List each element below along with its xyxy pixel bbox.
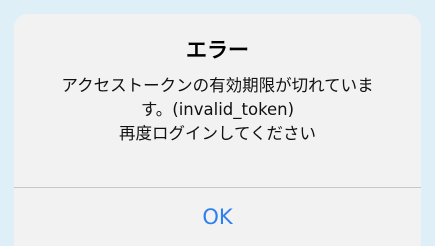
alert-message-line: 再度ログインしてください [118, 124, 316, 143]
alert-message-line: す。(invalid_token) [140, 100, 295, 119]
ok-button[interactable]: OK [14, 188, 421, 246]
alert-content: エラー アクセストークンの有効期限が切れていま す。(invalid_token… [14, 14, 421, 188]
alert-message-line: アクセストークンの有効期限が切れていま [61, 76, 374, 95]
alert-message: アクセストークンの有効期限が切れていま す。(invalid_token) 再度… [14, 74, 421, 146]
error-alert-dialog: エラー アクセストークンの有効期限が切れていま す。(invalid_token… [14, 14, 421, 246]
alert-title: エラー [186, 38, 249, 62]
